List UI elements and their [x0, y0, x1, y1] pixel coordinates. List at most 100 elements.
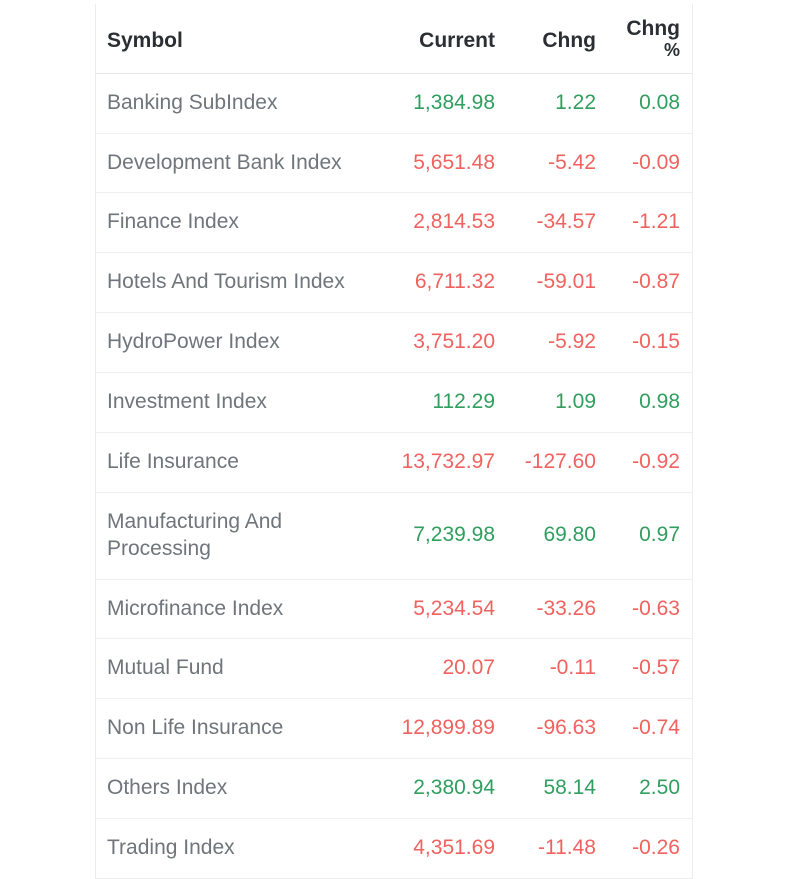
cell-chng-percent: -0.74: [606, 698, 692, 760]
cell-chng-value: -59.01: [536, 270, 596, 294]
cell-current: 2,380.94: [391, 758, 506, 820]
cell-chng-percent: -0.09: [606, 133, 692, 194]
cell-symbol-label: Manufacturing And Processing: [107, 509, 283, 560]
cell-chng-percent-value: -1.21: [632, 210, 680, 234]
cell-symbol[interactable]: Manufacturing And Processing: [96, 492, 391, 580]
cell-symbol-label: Investment Index: [107, 390, 267, 414]
column-header-current-label: Current: [419, 29, 495, 52]
cell-symbol[interactable]: Non Life Insurance: [96, 698, 391, 760]
cell-chng-percent: -0.92: [606, 432, 692, 493]
cell-chng-percent: -0.63: [606, 579, 692, 640]
column-header-symbol-label: Symbol: [107, 29, 183, 52]
cell-chng-value: -5.42: [548, 150, 596, 174]
cell-chng-percent-value: -0.15: [632, 330, 680, 354]
cell-symbol[interactable]: Development Bank Index: [96, 133, 391, 194]
cell-current: 2,814.53: [391, 192, 506, 254]
page-root: Symbol Current Chng Chng % Banking SubIn…: [0, 0, 788, 879]
cell-current: 20.07: [391, 638, 506, 700]
table-row[interactable]: Hotels And Tourism Index 6,711.32 -59.01 -0…: [96, 252, 692, 314]
cell-current-value: 4,351.69: [413, 836, 495, 860]
sector-index-table: Symbol Current Chng Chng % Banking SubIn…: [96, 4, 692, 879]
table-row[interactable]: Banking SubIndex 1,384.98 1.22 0.08: [96, 73, 692, 134]
cell-current: 6,711.32: [391, 252, 506, 314]
cell-chng-percent-value: -0.09: [632, 150, 680, 174]
table-row[interactable]: Manufacturing And Processing 7,239.98 69.8…: [96, 492, 692, 580]
column-header-symbol[interactable]: Symbol: [96, 4, 391, 74]
column-header-chng-percent-line1: Chng: [626, 17, 680, 40]
cell-symbol[interactable]: Hotels And Tourism Index: [96, 252, 391, 314]
column-header-current[interactable]: Current: [391, 4, 506, 74]
cell-current: 7,239.98: [391, 492, 506, 580]
table-row[interactable]: Investment Index 112.29 1.09 0.98: [96, 372, 692, 433]
cell-chng-percent-value: -0.57: [632, 656, 680, 680]
cell-symbol-label: HydroPower Index: [107, 330, 280, 354]
cell-symbol[interactable]: Mutual Fund: [96, 638, 391, 700]
cell-current-value: 5,651.48: [413, 150, 495, 174]
cell-current: 13,732.97: [391, 432, 506, 493]
cell-chng-percent-value: -0.63: [632, 596, 680, 620]
cell-current-value: 6,711.32: [414, 270, 495, 294]
table-row[interactable]: HydroPower Index 3,751.20 -5.92 -0.15: [96, 312, 692, 374]
table-row[interactable]: Finance Index 2,814.53 -34.57 -1.21: [96, 192, 692, 254]
cell-chng-percent: -0.57: [606, 638, 692, 700]
cell-symbol[interactable]: Banking SubIndex: [96, 73, 391, 134]
cell-chng: -33.26: [506, 579, 606, 640]
cell-chng-value: -96.63: [536, 716, 596, 740]
cell-symbol-label: Finance Index: [107, 210, 239, 234]
cell-chng-value: 1.22: [555, 90, 596, 114]
cell-chng: -5.42: [506, 133, 606, 194]
cell-chng-percent: 2.50: [606, 758, 692, 820]
table-header-row: Symbol Current Chng Chng %: [96, 4, 692, 74]
cell-chng: 69.80: [506, 492, 606, 580]
cell-chng-value: -5.92: [548, 330, 596, 354]
cell-symbol[interactable]: HydroPower Index: [96, 312, 391, 374]
cell-chng-percent: 0.98: [606, 372, 692, 433]
cell-chng-percent-value: 0.97: [639, 523, 680, 547]
cell-chng: -127.60: [506, 432, 606, 493]
cell-current: 112.29: [391, 372, 506, 433]
cell-chng-percent: -0.15: [606, 312, 692, 374]
table-row[interactable]: Life Insurance 13,732.97 -127.60 -0.92: [96, 432, 692, 493]
cell-current-value: 13,732.97: [401, 449, 495, 473]
cell-symbol-label: Hotels And Tourism Index: [107, 270, 345, 294]
table-row[interactable]: Microfinance Index 5,234.54 -33.26 -0.63: [96, 579, 692, 640]
cell-current-value: 12,899.89: [401, 716, 495, 740]
cell-symbol[interactable]: Investment Index: [96, 372, 391, 433]
cell-chng-value: -11.48: [538, 836, 596, 860]
cell-chng-value: -33.26: [536, 596, 596, 620]
cell-chng-percent: -1.21: [606, 192, 692, 254]
cell-current: 3,751.20: [391, 312, 506, 374]
cell-current-value: 112.29: [432, 390, 495, 414]
cell-symbol-label: Life Insurance: [107, 449, 239, 473]
table-row[interactable]: Mutual Fund 20.07 -0.11 -0.57: [96, 638, 692, 700]
cell-chng: 58.14: [506, 758, 606, 820]
cell-symbol[interactable]: Finance Index: [96, 192, 391, 254]
cell-chng: -59.01: [506, 252, 606, 314]
table-row[interactable]: Development Bank Index 5,651.48 -5.42 -0.09: [96, 133, 692, 194]
cell-chng: -0.11: [506, 638, 606, 700]
cell-chng-percent-value: -0.92: [632, 449, 680, 473]
table-row[interactable]: Non Life Insurance 12,899.89 -96.63 -0.74: [96, 698, 692, 760]
cell-symbol[interactable]: Life Insurance: [96, 432, 391, 493]
cell-symbol[interactable]: Trading Index: [96, 818, 391, 879]
cell-chng-value: -34.57: [536, 210, 596, 234]
cell-current: 12,899.89: [391, 698, 506, 760]
column-header-chng-percent[interactable]: Chng %: [606, 4, 692, 74]
table-header: Symbol Current Chng Chng %: [96, 4, 692, 74]
cell-chng-percent: -0.26: [606, 818, 692, 879]
cell-current: 5,234.54: [391, 579, 506, 640]
cell-chng: -34.57: [506, 192, 606, 254]
cell-chng-value: 1.09: [555, 390, 596, 414]
cell-chng-value: 58.14: [543, 776, 596, 800]
table-row[interactable]: Trading Index 4,351.69 -11.48 -0.26: [96, 818, 692, 879]
column-header-chng-percent-line2: %: [663, 39, 680, 60]
column-header-chng[interactable]: Chng: [506, 4, 606, 74]
cell-symbol[interactable]: Microfinance Index: [96, 579, 391, 640]
cell-current-value: 1,384.98: [413, 90, 495, 114]
cell-current-value: 3,751.20: [413, 330, 495, 354]
cell-chng: -96.63: [506, 698, 606, 760]
cell-symbol[interactable]: Others Index: [96, 758, 391, 820]
table-row[interactable]: Others Index 2,380.94 58.14 2.50: [96, 758, 692, 820]
cell-chng-value: -0.11: [549, 656, 596, 680]
cell-chng-value: -127.60: [524, 449, 596, 473]
